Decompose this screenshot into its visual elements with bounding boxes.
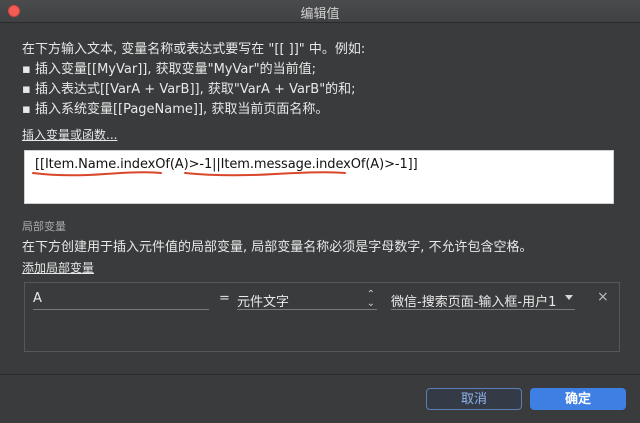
- ok-button[interactable]: 确定: [530, 388, 626, 410]
- local-variables-label: 局部变量: [22, 220, 66, 233]
- instructions: 在下方输入文本, 变量名称或表达式要写在 "[[ ]]" 中。例如: ▪ 插入变…: [22, 40, 622, 120]
- instruction-line: ▪ 插入变量[[MyVar]], 获取变量"MyVar"的当前值;: [22, 62, 317, 77]
- expression-editor[interactable]: [[Item.Name.indexOf(A)>-1||Item.message.…: [24, 150, 614, 204]
- handwritten-underline-annotation: [32, 171, 346, 177]
- dropdown-triangle-icon: [565, 295, 573, 300]
- variable-name-input[interactable]: A: [33, 291, 209, 310]
- variable-type-select[interactable]: 元件文字 ⌃ ⌄: [237, 289, 377, 310]
- add-local-variable-link[interactable]: 添加局部变量: [22, 259, 94, 276]
- updown-chevron-icon: ⌃ ⌄: [366, 289, 375, 309]
- window-title: 编辑值: [300, 7, 340, 22]
- cancel-button[interactable]: 取消: [426, 388, 522, 410]
- remove-variable-icon[interactable]: ×: [597, 289, 609, 305]
- target-widget-select[interactable]: 微信-搜索页面-输入框-用户1: [391, 291, 575, 310]
- instruction-line: 在下方输入文本, 变量名称或表达式要写在 "[[ ]]" 中。例如:: [22, 42, 366, 57]
- title-bar: 编辑值: [0, 0, 640, 23]
- local-variables-list: A = 元件文字 ⌃ ⌄ 微信-搜索页面-输入框-用户1 ×: [24, 282, 620, 352]
- insert-variable-link[interactable]: 插入变量或函数...: [22, 126, 117, 143]
- equals-sign: =: [219, 291, 230, 306]
- footer-divider: [0, 374, 640, 375]
- target-widget-value: 微信-搜索页面-输入框-用户1: [391, 295, 557, 310]
- local-variables-description: 在下方创建用于插入元件值的局部变量, 局部变量名称必须是字母数字, 不允许包含空…: [22, 240, 533, 255]
- instruction-line: ▪ 插入表达式[[VarA + VarB]], 获取"VarA + VarB"的…: [22, 82, 356, 97]
- variable-type-value: 元件文字: [237, 295, 290, 310]
- instruction-line: ▪ 插入系统变量[[PageName]], 获取当前页面名称。: [22, 102, 329, 117]
